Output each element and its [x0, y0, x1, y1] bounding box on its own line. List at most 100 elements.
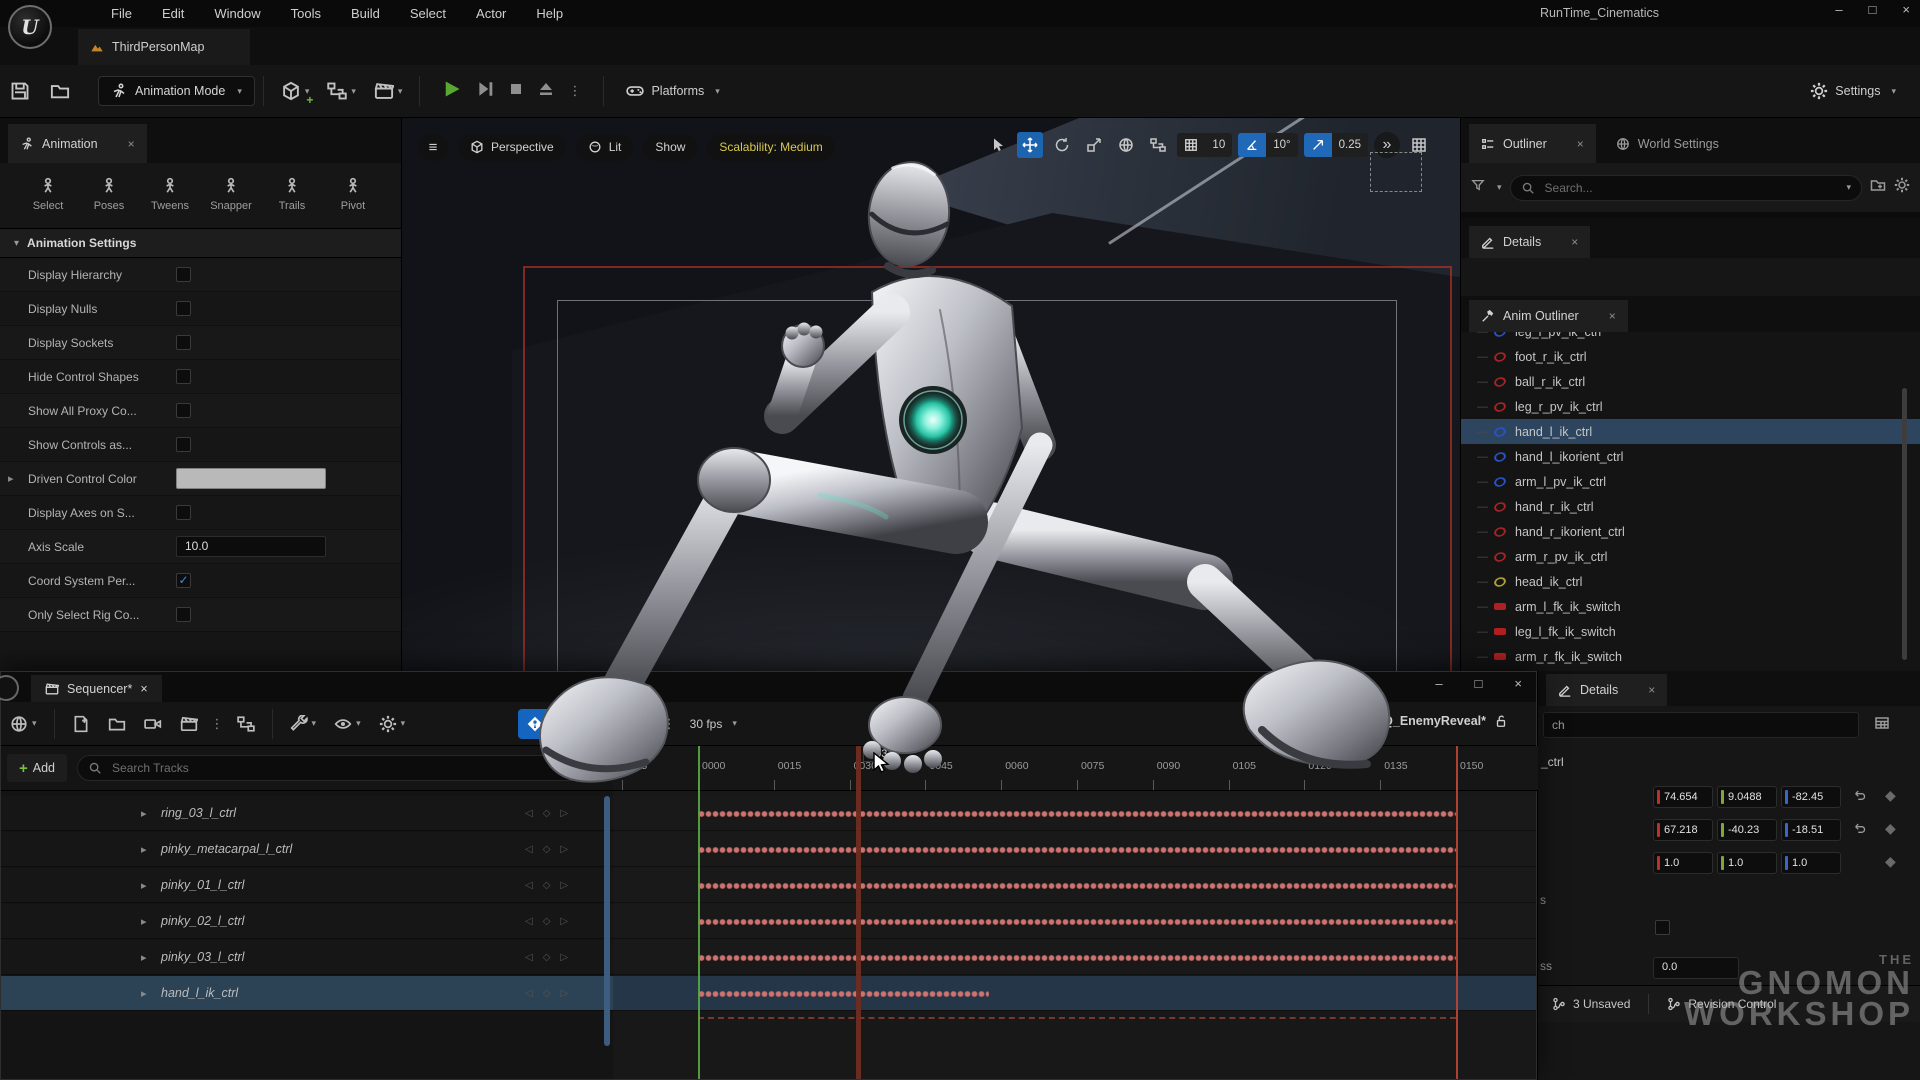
track-pinky-metacarpal-l-ctrl[interactable]: ▸pinky_metacarpal_l_ctrl◁◇▷ [1, 832, 613, 867]
tool-trails[interactable]: Trails [264, 177, 320, 212]
platforms-dropdown[interactable]: Platforms▾ [626, 82, 719, 100]
move-tool-icon[interactable] [1017, 132, 1043, 158]
camera-icon[interactable] [144, 715, 162, 733]
world-dropdown-icon[interactable]: ▾ [10, 715, 37, 733]
checkbox-coord-system-per[interactable]: ✓ [176, 573, 191, 588]
outliner-search[interactable]: ▾ [1510, 175, 1862, 201]
track-hand-l-ik-ctrl[interactable]: ▸hand_l_ik_ctrl◁◇▷ [1, 976, 613, 1011]
snap-options-icon[interactable]: ⋮ [663, 716, 676, 732]
next-key-icon[interactable]: ▷ [560, 844, 568, 855]
cinematics-dropdown[interactable]: ▾ [374, 81, 403, 101]
axis-field[interactable]: 1.0 [1781, 852, 1841, 874]
display-filter-icon[interactable] [1874, 715, 1890, 736]
keyframe-diamond-icon[interactable]: ◆ [1885, 787, 1896, 804]
add-key-icon[interactable]: ◇ [543, 808, 551, 819]
add-track-button[interactable]: + Add [7, 754, 67, 782]
menu-build[interactable]: Build [336, 1, 395, 26]
surface-snap-icon[interactable] [1145, 132, 1171, 158]
menu-actor[interactable]: Actor [461, 1, 521, 26]
view-options-icon[interactable]: ▾ [334, 715, 361, 733]
undo-icon[interactable] [1853, 788, 1867, 807]
close-button[interactable]: × [1902, 2, 1910, 17]
color-swatch[interactable] [176, 468, 326, 489]
undo-icon[interactable] [1853, 821, 1867, 840]
outliner-item-hand-l-ikorient-ctrl[interactable]: —hand_l_ikorient_ctrl [1461, 444, 1920, 469]
outliner-item-hand-r-ikorient-ctrl[interactable]: —hand_r_ikorient_ctrl [1461, 519, 1920, 544]
outliner-item-arm-r-pv-ik-ctrl[interactable]: —arm_r_pv_ik_ctrl [1461, 544, 1920, 569]
axis-field[interactable]: 9.0488 [1717, 786, 1777, 808]
prev-key-icon[interactable]: ◁ [525, 880, 533, 891]
add-key-icon[interactable]: ◇ [543, 952, 551, 963]
tab-thirdp-map[interactable]: ThirdPersonMap [78, 29, 250, 65]
scalability-badge[interactable]: Scalability: Medium [707, 134, 834, 161]
axis-field[interactable]: 74.654 [1653, 786, 1713, 808]
tool-pivot[interactable]: Pivot [325, 177, 381, 212]
checkbox-show-controls-as[interactable] [176, 437, 191, 452]
close-button[interactable]: × [1514, 676, 1522, 691]
sequencer-title-bar[interactable]: Sequencer* × – □ × [1, 672, 1536, 702]
browse-sequence-icon[interactable] [108, 715, 126, 733]
search-input[interactable] [1543, 180, 1835, 196]
close-icon[interactable]: × [140, 682, 147, 696]
show-dropdown[interactable]: Show [643, 134, 697, 161]
search-tracks-input[interactable] [110, 760, 574, 776]
track-filter-icon[interactable] [591, 759, 605, 778]
details-search[interactable]: ch [1543, 712, 1859, 738]
hierarchy-icon[interactable] [237, 715, 255, 733]
next-key-icon[interactable]: ▷ [560, 952, 568, 963]
prev-key-icon[interactable]: ◁ [525, 808, 533, 819]
menu-tools[interactable]: Tools [276, 1, 336, 26]
outliner-settings-icon[interactable] [1894, 177, 1910, 198]
timeline-row-hand-l-ik-ctrl[interactable] [613, 976, 1536, 1011]
select-tool-icon[interactable] [985, 132, 1011, 158]
scale-snap-value[interactable]: 0.25 [1332, 133, 1368, 157]
revision-control-button[interactable]: Revision Control [1667, 997, 1776, 1011]
outliner-item-hand-l-ik-ctrl[interactable]: —hand_l_ik_ctrl [1461, 419, 1920, 444]
close-icon[interactable]: × [1577, 137, 1584, 151]
keyframe-diamond-icon[interactable]: ◆ [1885, 820, 1896, 837]
unreal-logo-icon[interactable]: U [8, 5, 52, 49]
timeline-row-pinky-01-l-ctrl[interactable] [613, 868, 1536, 903]
menu-window[interactable]: Window [199, 1, 275, 26]
fps-dropdown[interactable]: 30 fps▾ [690, 717, 737, 731]
tab-details[interactable]: Details × [1469, 226, 1590, 258]
expand-arrow-icon[interactable]: ▸ [141, 843, 147, 856]
render-movie-icon[interactable] [180, 715, 198, 733]
outliner-item-head-ik-ctrl[interactable]: —head_ik_ctrl [1461, 569, 1920, 594]
next-key-icon[interactable]: ▷ [560, 916, 568, 927]
stop-button[interactable] [508, 81, 524, 102]
save-button[interactable] [10, 81, 30, 101]
grid-snap-toggle[interactable]: 10 [1177, 133, 1232, 157]
outliner-item-leg-r-pv-ik-ctrl[interactable]: —leg_r_pv_ik_ctrl [1461, 394, 1920, 419]
axis-field[interactable]: -18.51 [1781, 819, 1841, 841]
editor-mode-dropdown[interactable]: Animation Mode▾ [98, 76, 255, 106]
save-sequence-icon[interactable] [72, 715, 90, 733]
tool-poses[interactable]: Poses [81, 177, 137, 212]
prev-key-icon[interactable]: ◁ [525, 952, 533, 963]
lock-icon[interactable] [1494, 714, 1508, 728]
frame-skip-button[interactable] [476, 80, 494, 103]
timeline-row-pinky-metacarpal-l-ctrl[interactable] [613, 832, 1536, 867]
playhead[interactable] [856, 746, 861, 1079]
axis-field[interactable]: 1.0 [1653, 852, 1713, 874]
close-icon[interactable]: × [1609, 309, 1616, 323]
next-key-icon[interactable]: ▷ [560, 988, 568, 999]
tool-select[interactable]: Select [20, 177, 76, 212]
outliner-item-arm-l-pv-ik-ctrl[interactable]: —arm_l_pv_ik_ctrl [1461, 469, 1920, 494]
edit-mode-icon[interactable]: ▾ [569, 715, 596, 733]
outliner-item-hand-r-ik-ctrl[interactable]: —hand_r_ik_ctrl [1461, 494, 1920, 519]
property-checkbox[interactable] [1655, 920, 1670, 935]
outliner-item-leg-l-fk-ik-switch[interactable]: —leg_l_fk_ik_switch [1461, 619, 1920, 644]
tab-anim-outliner[interactable]: Anim Outliner × [1469, 300, 1628, 332]
track-scrollbar[interactable] [604, 796, 610, 1046]
rotation-snap-toggle[interactable]: 10° [1238, 133, 1297, 157]
rotate-tool-icon[interactable] [1049, 132, 1075, 158]
checkbox-display-hierarchy[interactable] [176, 267, 191, 282]
outliner-item-arm-r-fk-ik-switch[interactable]: —arm_r_fk_ik_switch [1461, 644, 1920, 669]
expand-arrow-icon[interactable]: ▸ [141, 915, 147, 928]
keyframe-diamond-icon[interactable]: ◆ [1885, 853, 1896, 870]
add-key-icon[interactable]: ◇ [543, 880, 551, 891]
axis-field[interactable]: 1.0 [1717, 852, 1777, 874]
minimize-button[interactable]: – [1435, 676, 1442, 691]
actions-dropdown-icon[interactable]: ▾ [290, 715, 317, 733]
